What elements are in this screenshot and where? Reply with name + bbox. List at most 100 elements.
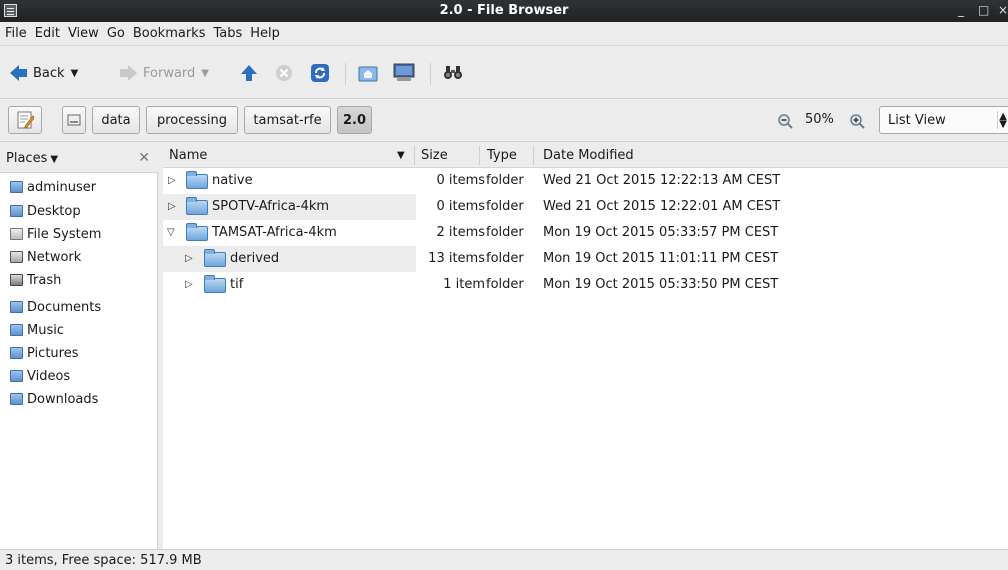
reload-button[interactable] [310, 62, 330, 84]
file-name: native [212, 173, 253, 188]
file-date: Mon 19 Oct 2015 11:01:11 PM CEST [543, 251, 779, 266]
file-name: derived [230, 251, 280, 266]
maximize-button[interactable]: □ [978, 3, 989, 17]
sidebar-item-adminuser[interactable]: adminuser [10, 177, 96, 197]
view-mode-value: List View [888, 113, 946, 128]
file-type: folder [486, 173, 524, 188]
close-sidebar-icon[interactable]: ✕ [138, 150, 150, 166]
close-button[interactable]: × [998, 3, 1008, 17]
sidebar-item-documents[interactable]: Documents [10, 297, 101, 317]
stop-button[interactable] [275, 62, 293, 84]
menu-view[interactable]: View [64, 22, 103, 41]
crumb-current[interactable]: 2.0 [337, 106, 372, 134]
file-type: folder [486, 251, 524, 266]
menu-file[interactable]: File [0, 22, 31, 41]
menu-tabs[interactable]: Tabs [209, 22, 246, 41]
collapse-icon[interactable]: ▽ [167, 227, 175, 238]
expand-icon[interactable]: ▷ [185, 279, 193, 290]
view-mode-select[interactable]: List View ▲ ▼ [879, 106, 1008, 134]
zoom-out-icon[interactable] [777, 113, 793, 129]
menu-bar: File Edit View Go Bookmarks Tabs Help [0, 22, 1008, 46]
expand-icon[interactable]: ▷ [168, 175, 176, 186]
minimize-button[interactable]: _ [958, 3, 964, 17]
table-row[interactable]: ▷ tif 1 item folder Mon 19 Oct 2015 05:3… [163, 272, 1008, 298]
column-header: Name ▼ Size Type Date Modified [163, 143, 1008, 168]
videos-folder-icon [10, 370, 23, 382]
expand-icon[interactable]: ▷ [168, 201, 176, 212]
crumb-data[interactable]: data [92, 106, 140, 134]
table-row[interactable]: ▽ TAMSAT-Africa-4km 2 items folder Mon 1… [163, 220, 1008, 246]
file-date: Wed 21 Oct 2015 12:22:01 AM CEST [543, 199, 781, 214]
sidebar-item-desktop[interactable]: Desktop [10, 201, 81, 221]
search-button[interactable] [443, 62, 463, 84]
drive-icon [67, 114, 81, 126]
zoom-in-icon[interactable] [849, 113, 865, 129]
expand-icon[interactable]: ▷ [185, 253, 193, 264]
places-sidebar: Places ▼ ✕ adminuser Desktop File System … [0, 143, 158, 549]
crumb-root-button[interactable] [62, 106, 86, 134]
sidebar-item-pictures[interactable]: Pictures [10, 343, 78, 363]
column-size[interactable]: Size [421, 148, 448, 163]
table-row[interactable]: ▷ native 0 items folder Wed 21 Oct 2015 … [163, 168, 1008, 194]
chevron-down-icon: ▼ [50, 154, 59, 165]
sidebar-item-trash[interactable]: Trash [10, 270, 61, 290]
back-history-chevron-icon[interactable]: ▼ [71, 68, 79, 79]
file-size: 1 item [443, 277, 485, 292]
toolbar: Back ▼ Forward ▼ [0, 47, 1008, 99]
file-list: Name ▼ Size Type Date Modified ▷ native … [163, 143, 1008, 549]
sidebar-header: Places ▼ ✕ [0, 143, 158, 173]
forward-button[interactable]: Forward ▼ [120, 62, 209, 84]
file-date: Mon 19 Oct 2015 05:33:50 PM CEST [543, 277, 779, 292]
back-label: Back [33, 65, 65, 81]
crumb-processing[interactable]: processing [146, 106, 238, 134]
sidebar-item-network[interactable]: Network [10, 247, 81, 267]
folder-icon [186, 171, 208, 189]
folder-icon [204, 275, 226, 293]
computer-button[interactable] [393, 62, 415, 84]
file-type: folder [486, 225, 524, 240]
column-date-modified[interactable]: Date Modified [543, 148, 634, 163]
sort-chevron-icon[interactable]: ▼ [397, 150, 405, 161]
file-date: Wed 21 Oct 2015 12:22:13 AM CEST [543, 173, 781, 188]
column-name[interactable]: Name [169, 148, 207, 163]
places-dropdown[interactable]: Places ▼ [6, 151, 58, 166]
reload-icon [311, 64, 329, 82]
folder-icon [186, 197, 208, 215]
back-button[interactable]: Back ▼ [10, 62, 78, 84]
documents-folder-icon [10, 301, 23, 313]
menu-go[interactable]: Go [103, 22, 129, 41]
title-bar: 2.0 - File Browser _ □ × [0, 0, 1008, 22]
stop-icon [276, 65, 292, 81]
up-arrow-icon [241, 65, 257, 81]
network-icon [10, 251, 23, 263]
menu-edit[interactable]: Edit [31, 22, 64, 41]
sidebar-item-music[interactable]: Music [10, 320, 64, 340]
toggle-location-button[interactable] [8, 106, 42, 134]
toolbar-separator [430, 63, 431, 85]
home-button[interactable] [358, 62, 378, 84]
crumb-tamsat-rfe[interactable]: tamsat-rfe [244, 106, 331, 134]
binoculars-search-icon [444, 66, 462, 79]
menu-help[interactable]: Help [246, 22, 284, 41]
select-updown-icon: ▲ ▼ [999, 111, 1007, 130]
sidebar-item-videos[interactable]: Videos [10, 366, 70, 386]
file-name: tif [230, 277, 244, 292]
drive-icon [10, 228, 23, 240]
forward-arrow-icon [128, 65, 137, 81]
table-row[interactable]: ▷ SPOTV-Africa-4km 0 items folder Wed 21… [163, 194, 1008, 220]
column-type[interactable]: Type [487, 148, 517, 163]
home-folder-icon [358, 66, 378, 82]
home-folder-icon [10, 181, 23, 193]
forward-history-chevron-icon[interactable]: ▼ [201, 68, 209, 79]
folder-icon [186, 223, 208, 241]
zoom-level: 50% [805, 112, 834, 127]
up-button[interactable] [240, 62, 258, 84]
sidebar-item-file-system[interactable]: File System [10, 224, 101, 244]
table-row[interactable]: ▷ derived 13 items folder Mon 19 Oct 201… [163, 246, 1008, 272]
trash-icon [10, 274, 23, 286]
sidebar-item-downloads[interactable]: Downloads [10, 389, 98, 409]
menu-bookmarks[interactable]: Bookmarks [129, 22, 210, 41]
file-date: Mon 19 Oct 2015 05:33:57 PM CEST [543, 225, 779, 240]
desktop-folder-icon [10, 205, 23, 217]
back-arrow-icon [10, 65, 19, 81]
